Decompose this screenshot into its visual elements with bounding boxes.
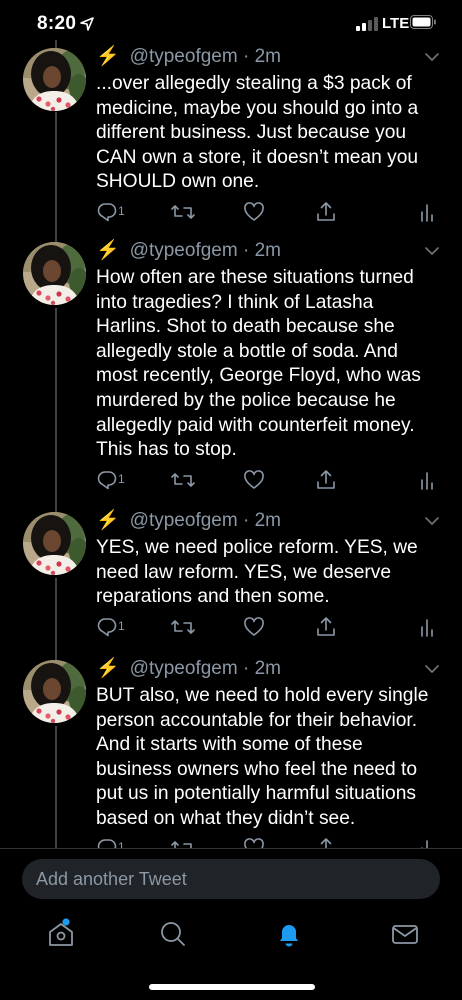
share-button[interactable] — [315, 616, 337, 638]
reply-button[interactable]: 1 — [96, 469, 136, 491]
share-icon — [317, 617, 335, 636]
lightning-icon: ⚡ — [96, 46, 120, 67]
location-arrow-icon — [80, 17, 94, 31]
analytics-icon — [421, 204, 433, 222]
lightning-icon: ⚡ — [96, 658, 120, 679]
analytics-button[interactable] — [420, 469, 436, 491]
status-bar: 8:20 LTE — [0, 0, 462, 48]
avatar[interactable] — [23, 48, 86, 111]
reply-count: 1 — [118, 472, 125, 486]
thread-connector — [55, 112, 57, 242]
tweet-header: ⚡ @typeofgem · 2m — [96, 656, 281, 680]
signal-icon — [356, 17, 378, 31]
mail-icon — [392, 925, 418, 944]
tweet-text: BUT also, we need to hold every single p… — [96, 685, 429, 829]
thread-connector — [55, 308, 57, 512]
like-button[interactable] — [243, 616, 265, 638]
avatar[interactable] — [23, 512, 86, 575]
share-icon — [317, 202, 335, 221]
home-indicator[interactable] — [149, 984, 315, 990]
tweet-text: YES, we need police reform. YES, we need… — [96, 537, 418, 608]
tweet-actions: 1 — [96, 469, 442, 495]
tweet-time: 2m — [254, 46, 281, 67]
analytics-button[interactable] — [420, 201, 436, 223]
reply-icon — [97, 203, 117, 222]
retweet-button[interactable] — [171, 469, 195, 491]
tweet-header: ⚡ @typeofgem · 2m — [96, 238, 281, 262]
tweet-time: 2m — [254, 658, 281, 679]
heart-icon — [244, 617, 264, 636]
analytics-button[interactable] — [420, 616, 436, 638]
chevron-down-icon[interactable] — [424, 664, 440, 674]
tweet-header: ⚡ @typeofgem · 2m — [96, 44, 281, 68]
tab-home[interactable] — [45, 918, 77, 950]
tab-search[interactable] — [157, 918, 189, 950]
thread-connector — [55, 40, 57, 48]
avatar[interactable] — [23, 242, 86, 305]
heart-icon — [244, 470, 264, 489]
reply-count: 1 — [118, 619, 125, 633]
chevron-down-icon[interactable] — [424, 52, 440, 62]
tweet-actions: 1 — [96, 616, 442, 642]
retweet-icon — [171, 473, 195, 487]
tweet-handle[interactable]: @typeofgem — [130, 240, 238, 261]
thread-connector — [55, 578, 57, 660]
retweet-icon — [171, 205, 195, 219]
tweet-handle[interactable]: @typeofgem — [130, 658, 238, 679]
avatar-photo — [23, 512, 86, 575]
like-button[interactable] — [243, 201, 265, 223]
share-icon — [317, 470, 335, 489]
tab-notifications[interactable] — [273, 918, 305, 950]
avatar[interactable] — [23, 660, 86, 723]
reply-count: 1 — [118, 204, 125, 218]
header-separator: · — [237, 240, 255, 261]
tweet-time: 2m — [254, 240, 281, 261]
add-tweet-input[interactable]: Add another Tweet — [22, 859, 440, 899]
tweet-time: 2m — [254, 510, 281, 531]
retweet-button[interactable] — [171, 616, 195, 638]
avatar-photo — [23, 660, 86, 723]
avatar-photo — [23, 48, 86, 111]
retweet-icon — [171, 620, 195, 634]
reply-button[interactable]: 1 — [96, 201, 136, 223]
retweet-button[interactable] — [171, 201, 195, 223]
tweet-text: ...over allegedly stealing a $3 pack of … — [96, 73, 419, 193]
lightning-icon: ⚡ — [96, 240, 120, 261]
reply-button[interactable]: 1 — [96, 616, 136, 638]
tweet-text: How often are these situations turned in… — [96, 267, 421, 461]
status-time: 8:20 — [37, 13, 77, 34]
compose-placeholder: Add another Tweet — [36, 869, 187, 889]
chevron-down-icon[interactable] — [424, 516, 440, 526]
share-button[interactable] — [315, 469, 337, 491]
network-label: LTE — [382, 15, 410, 32]
reply-icon — [97, 618, 117, 637]
heart-icon — [244, 202, 264, 221]
home-icon — [49, 918, 73, 946]
reply-icon — [97, 471, 117, 490]
header-separator: · — [237, 510, 255, 531]
analytics-icon — [421, 472, 433, 490]
tab-messages[interactable] — [389, 918, 421, 950]
header-separator: · — [237, 46, 255, 67]
thread-connector — [55, 726, 57, 848]
tweet-actions: 1 — [96, 201, 442, 227]
bell-icon — [280, 925, 298, 947]
battery-icon — [410, 15, 436, 29]
chevron-down-icon[interactable] — [424, 246, 440, 256]
avatar-photo — [23, 242, 86, 305]
lightning-icon: ⚡ — [96, 510, 120, 531]
header-separator: · — [237, 658, 255, 679]
like-button[interactable] — [243, 469, 265, 491]
share-button[interactable] — [315, 201, 337, 223]
search-icon — [161, 922, 185, 946]
tweet-handle[interactable]: @typeofgem — [130, 46, 238, 67]
tweet-handle[interactable]: @typeofgem — [130, 510, 238, 531]
analytics-icon — [421, 619, 433, 637]
tweet-header: ⚡ @typeofgem · 2m — [96, 508, 281, 532]
